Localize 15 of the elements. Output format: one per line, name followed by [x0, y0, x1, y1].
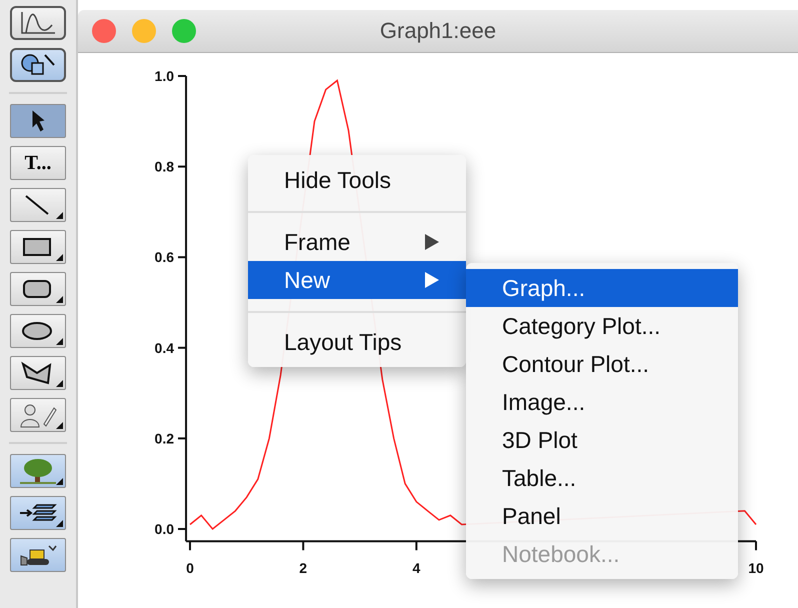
tick-label: 2: [299, 560, 308, 576]
tick-label: 0.0: [154, 521, 174, 537]
tick-label: 1.0: [154, 68, 174, 84]
tick-label: 4: [412, 560, 420, 576]
tick-label: 0.4: [154, 340, 174, 356]
tick-label: 0: [186, 560, 194, 576]
menu-item-label: New: [284, 266, 330, 294]
menu-item-label: Layout Tips: [284, 328, 402, 356]
tick-label: 0.8: [154, 158, 174, 175]
window-title: Graph1:eee: [380, 18, 496, 44]
tick-label: 0.6: [154, 249, 174, 266]
menu-item-label: Frame: [284, 228, 350, 256]
tick-label: 0.2: [154, 430, 174, 446]
tick-label: 10: [748, 560, 764, 576]
menu-item-label: Hide Tools: [284, 166, 391, 194]
